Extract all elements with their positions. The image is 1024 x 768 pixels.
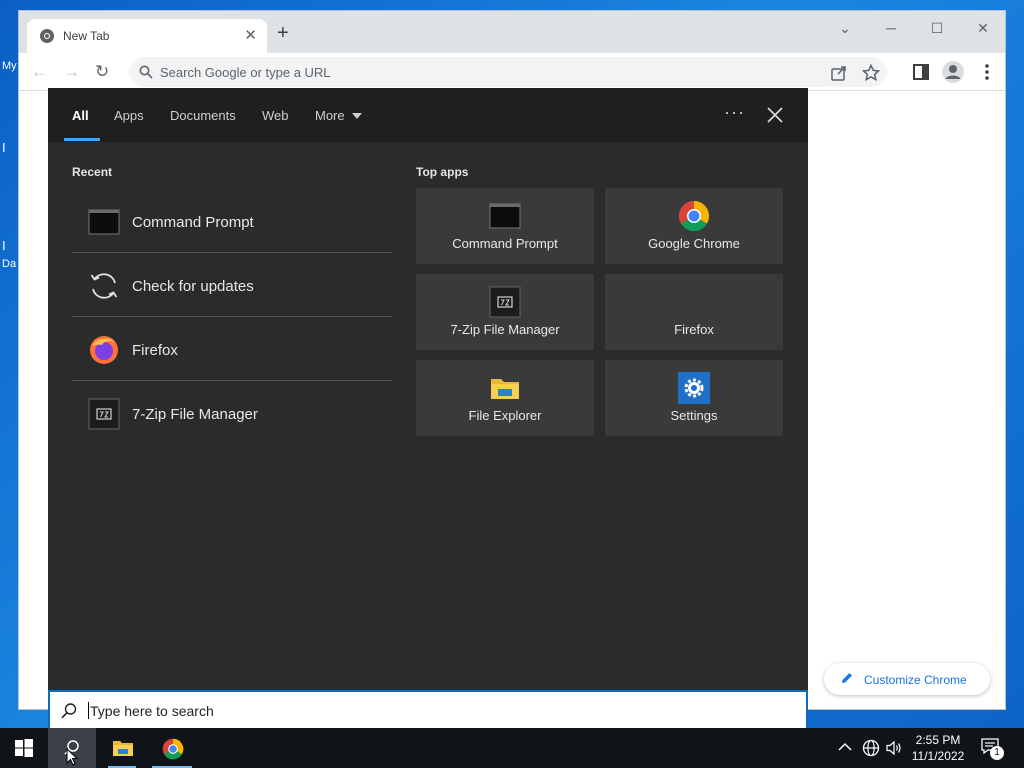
notification-center-button[interactable]: 1	[980, 736, 1008, 760]
recent-item-check-for-updates[interactable]: Check for updates	[72, 254, 392, 318]
tab-all[interactable]: All	[72, 108, 89, 123]
tab-title: New Tab	[63, 29, 110, 43]
top-app-settings[interactable]: Settings	[605, 360, 783, 436]
divider	[72, 316, 392, 317]
taskbar-file-explorer[interactable]	[98, 728, 146, 768]
desktop-icon-label[interactable]: Da	[2, 258, 16, 270]
clock-time: 2:55 PM	[915, 733, 961, 747]
search-icon	[139, 65, 153, 79]
close-icon[interactable]	[764, 104, 786, 126]
desktop-icon-label[interactable]: I	[2, 140, 6, 155]
search-icon	[61, 703, 77, 719]
top-app-command-prompt[interactable]: Command Prompt	[416, 188, 594, 264]
7zip-icon	[489, 286, 521, 318]
top-app-file-explorer[interactable]: File Explorer	[416, 360, 594, 436]
taskbar-google-chrome[interactable]	[148, 728, 196, 768]
globe-icon[interactable]	[862, 739, 880, 757]
forward-icon[interactable]: →	[63, 62, 80, 82]
chrome-favicon-icon	[40, 29, 54, 43]
profile-avatar-icon[interactable]	[941, 60, 965, 84]
divider	[72, 380, 392, 381]
top-app-firefox[interactable]: Firefox	[605, 274, 783, 350]
top-app-label: Google Chrome	[648, 236, 740, 251]
volume-icon[interactable]	[885, 739, 903, 757]
tab-more[interactable]: More	[315, 108, 345, 123]
search-scope-tabs: All Apps Documents Web More ···	[48, 88, 808, 142]
recent-item-label: Check for updates	[132, 278, 254, 295]
omnibox-placeholder: Search Google or type a URL	[160, 65, 331, 80]
desktop-icon-label[interactable]: My	[2, 60, 17, 72]
top-app-7zip[interactable]: 7-Zip File Manager	[416, 274, 594, 350]
tab-apps[interactable]: Apps	[114, 108, 144, 123]
pencil-icon	[842, 673, 852, 683]
new-tab-icon[interactable]: +	[277, 23, 289, 43]
taskbar: 2:55 PM 11/1/2022 1	[0, 728, 1024, 768]
minimize-icon[interactable]: ─	[881, 18, 901, 38]
omnibox[interactable]: Search Google or type a URL	[129, 57, 887, 87]
tab-strip: New Tab ✕ + ⌄ ─ ☐ ✕	[19, 11, 1005, 53]
more-options-icon[interactable]: ···	[724, 102, 745, 123]
start-button[interactable]	[0, 728, 48, 768]
reload-icon[interactable]: ↻	[95, 62, 109, 82]
firefox-icon	[90, 336, 118, 364]
side-panel-icon[interactable]	[911, 62, 931, 82]
active-tab-indicator	[64, 138, 100, 141]
top-app-label: 7-Zip File Manager	[450, 322, 560, 337]
top-app-label: File Explorer	[468, 408, 542, 423]
recent-item-label: Firefox	[132, 342, 178, 359]
customize-chrome-label: Customize Chrome	[864, 673, 967, 687]
share-icon[interactable]	[829, 63, 849, 83]
command-prompt-icon	[489, 203, 521, 229]
top-apps-heading: Top apps	[416, 165, 469, 179]
recent-item-7zip[interactable]: 7-Zip File Manager	[72, 382, 392, 446]
chevron-down-icon	[352, 113, 362, 119]
chrome-icon	[678, 201, 710, 232]
top-app-google-chrome[interactable]: Google Chrome	[605, 188, 783, 264]
recent-item-label: 7-Zip File Manager	[132, 406, 258, 423]
clock-date: 11/1/2022	[911, 749, 965, 763]
top-app-label: Command Prompt	[452, 236, 558, 251]
text-caret	[88, 702, 89, 719]
recent-item-firefox[interactable]: Firefox	[72, 318, 392, 382]
gear-icon	[678, 372, 710, 404]
recent-item-label: Command Prompt	[132, 214, 254, 231]
refresh-icon	[90, 273, 118, 299]
tab-web[interactable]: Web	[262, 108, 289, 123]
recent-item-command-prompt[interactable]: Command Prompt	[72, 190, 392, 254]
chevron-up-icon[interactable]	[838, 742, 852, 752]
search-input[interactable]: Type here to search	[48, 690, 808, 728]
maximize-icon[interactable]: ☐	[927, 18, 947, 38]
top-app-label: Settings	[670, 408, 718, 423]
customize-chrome-button[interactable]: Customize Chrome	[824, 663, 990, 695]
command-prompt-icon	[88, 209, 120, 235]
folder-icon	[113, 741, 133, 756]
bookmark-star-icon[interactable]	[861, 63, 881, 83]
divider	[72, 252, 392, 253]
tab-documents[interactable]: Documents	[170, 108, 236, 123]
windows-logo-icon	[15, 739, 33, 757]
windows-search-panel: All Apps Documents Web More ··· Recent C…	[48, 88, 808, 690]
window-close-icon[interactable]: ✕	[973, 18, 993, 38]
top-app-label: Firefox	[674, 322, 714, 337]
chrome-icon	[162, 738, 184, 760]
back-icon[interactable]: ←	[31, 62, 48, 82]
desktop-icon-label[interactable]: I	[2, 238, 6, 253]
7zip-icon	[88, 398, 120, 430]
tab-close-icon[interactable]: ✕	[244, 26, 257, 44]
chrome-toolbar: ← → ↻ Search Google or type a URL	[19, 53, 1005, 91]
tab-new-tab[interactable]: New Tab ✕	[27, 19, 267, 53]
clock[interactable]: 2:55 PM 11/1/2022	[906, 732, 970, 764]
taskbar-search-button[interactable]	[48, 728, 96, 768]
search-placeholder: Type here to search	[90, 703, 214, 719]
recent-heading: Recent	[72, 165, 113, 179]
mouse-cursor-icon	[66, 748, 78, 766]
kebab-menu-icon[interactable]	[977, 62, 997, 82]
notification-count-badge: 1	[990, 746, 1004, 760]
folder-icon	[491, 379, 519, 399]
tab-search-icon[interactable]: ⌄	[835, 18, 855, 38]
